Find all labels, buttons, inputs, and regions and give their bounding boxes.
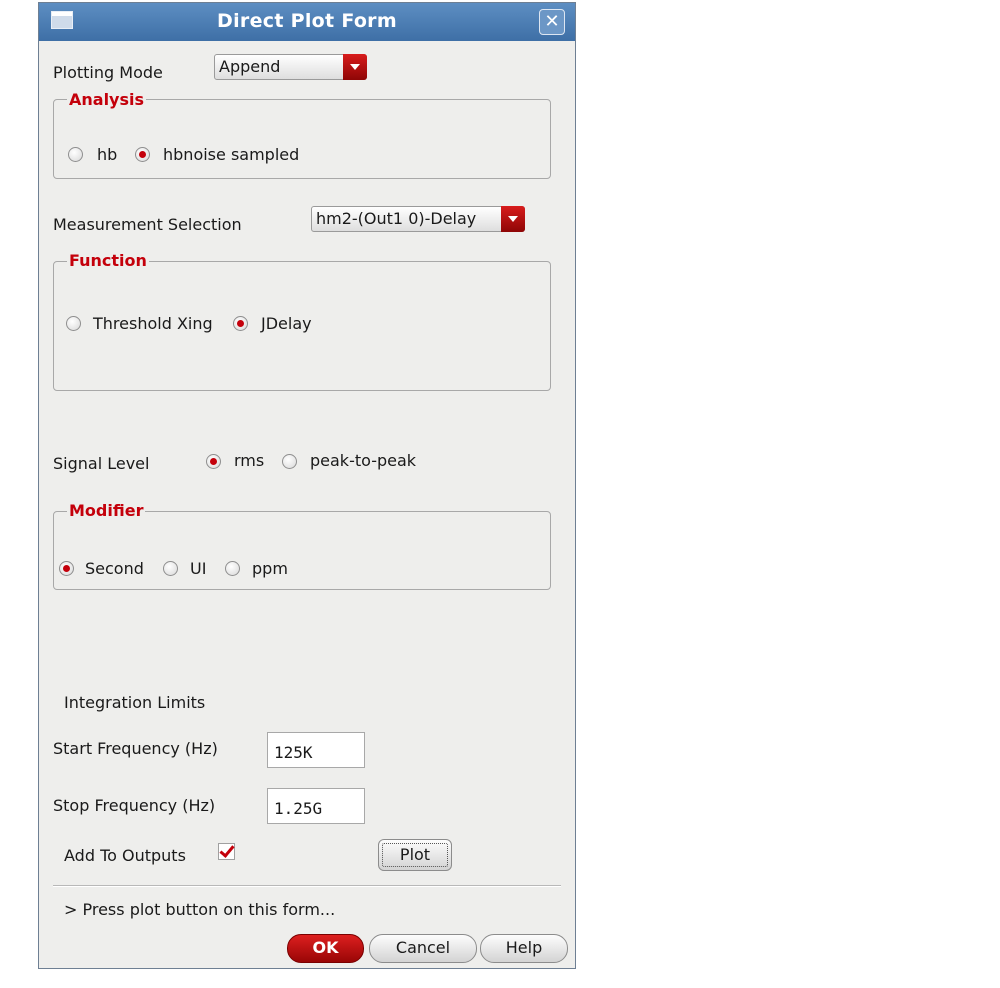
ok-button[interactable]: OK: [287, 934, 364, 963]
analysis-radio-hbnoise-sampled[interactable]: [135, 147, 150, 162]
modifier-option-second-label: Second: [85, 559, 144, 578]
modifier-radio-second[interactable]: [59, 561, 74, 576]
modifier-option-ui-label: UI: [190, 559, 207, 578]
signal-level-option-rms-label: rms: [234, 451, 265, 470]
modifier-radio-ppm[interactable]: [225, 561, 240, 576]
analysis-option-hb-label: hb: [97, 145, 118, 164]
help-button[interactable]: Help: [480, 934, 568, 963]
analysis-group-title: Analysis: [67, 90, 147, 109]
plot-button[interactable]: Plot: [378, 839, 452, 871]
start-frequency-input[interactable]: 125K: [267, 732, 365, 768]
function-radio-threshold-xing[interactable]: [66, 316, 81, 331]
modifier-option-ppm-label: ppm: [252, 559, 288, 578]
close-icon[interactable]: ✕: [539, 9, 565, 35]
analysis-radio-hb[interactable]: [68, 147, 83, 162]
divider: [53, 885, 561, 887]
plotting-mode-dropdown[interactable]: Append: [214, 54, 367, 80]
modifier-radio-ui[interactable]: [163, 561, 178, 576]
function-option-jdelay-label: JDelay: [261, 314, 312, 333]
title-bar[interactable]: Direct Plot Form ✕: [39, 3, 575, 41]
modifier-group: [53, 511, 551, 590]
measurement-selection-label: Measurement Selection: [53, 215, 242, 234]
cancel-button[interactable]: Cancel: [369, 934, 477, 963]
signal-level-label: Signal Level: [53, 454, 150, 473]
window-title: Direct Plot Form: [217, 10, 397, 32]
integration-limits-heading: Integration Limits: [64, 693, 206, 712]
function-group-title: Function: [67, 251, 149, 270]
status-message: > Press plot button on this form...: [64, 900, 336, 919]
add-to-outputs-label: Add To Outputs: [64, 846, 186, 865]
function-option-threshold-label: Threshold Xing: [93, 314, 213, 333]
chevron-down-icon[interactable]: [343, 54, 367, 80]
chevron-down-icon[interactable]: [501, 206, 525, 232]
signal-level-radio-rms[interactable]: [206, 454, 221, 469]
plotting-mode-value: Append: [219, 57, 281, 76]
direct-plot-form-window: Direct Plot Form ✕ Plotting Mode Append …: [38, 2, 576, 969]
measurement-selection-dropdown[interactable]: hm2-(Out1 0)-Delay: [311, 206, 525, 232]
stop-frequency-input[interactable]: 1.25G: [267, 788, 365, 824]
stop-frequency-label: Stop Frequency (Hz): [53, 796, 216, 815]
analysis-group: [53, 99, 551, 179]
start-frequency-label: Start Frequency (Hz): [53, 739, 218, 758]
analysis-option-hbnoise-label: hbnoise sampled: [163, 145, 300, 164]
plotting-mode-label: Plotting Mode: [53, 63, 163, 82]
modifier-group-title: Modifier: [67, 501, 146, 520]
measurement-selection-value: hm2-(Out1 0)-Delay: [316, 209, 477, 228]
signal-level-option-p2p-label: peak-to-peak: [310, 451, 417, 470]
signal-level-radio-peak-to-peak[interactable]: [282, 454, 297, 469]
add-to-outputs-checkbox[interactable]: [218, 843, 235, 860]
function-radio-jdelay[interactable]: [233, 316, 248, 331]
